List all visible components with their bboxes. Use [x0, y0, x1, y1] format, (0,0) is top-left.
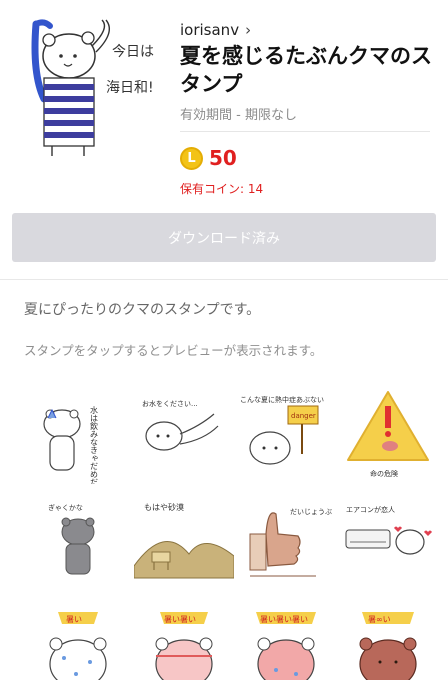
- sticker-text: お水をください...: [142, 399, 198, 408]
- price-value: 50: [209, 146, 237, 170]
- sticker-text: もはや砂漠: [144, 502, 184, 512]
- sticker-text: 命の危険: [370, 469, 398, 478]
- sticker-sign-text: danger: [291, 412, 316, 420]
- author-link[interactable]: iorisanv ›: [180, 20, 435, 40]
- sticker-text: 暑い暑い暑い: [260, 615, 308, 624]
- sticker-water-bear[interactable]: 水は飲みなきゃだめだよ: [28, 384, 128, 494]
- author-name[interactable]: iorisanv: [180, 21, 239, 39]
- sticker-warning-triangle[interactable]: 命の危険: [338, 384, 438, 484]
- main-sticker-text-2: 海日和!: [106, 80, 154, 96]
- sticker-text: ぎゃくかな: [48, 503, 83, 512]
- sticker-lying-bear[interactable]: お水をください...: [134, 384, 234, 484]
- sticker-text: 暑い: [66, 615, 82, 624]
- main-sticker-image: 今日は 海日和!: [14, 14, 164, 164]
- sticker-air-conditioner[interactable]: エアコンが恋人: [338, 494, 438, 594]
- sticker-sweating-bear-3[interactable]: 暑い暑い暑い: [236, 604, 336, 680]
- product-info: iorisanv › 夏を感じるたぶんクマのスタンプ 有効期間 - 期限なし L…: [180, 20, 435, 197]
- line-coin-icon: L: [180, 146, 203, 170]
- preview-hint: スタンプをタップするとプレビューが表示されます。: [24, 343, 323, 358]
- sticker-text: こんな夏に熱中症あぶない: [240, 395, 324, 404]
- sticker-thumbs-up[interactable]: だいじょうぶ: [236, 494, 336, 594]
- section-divider: [0, 279, 448, 280]
- sticker-sweating-bear-1[interactable]: 暑い: [28, 604, 128, 680]
- sticker-grey-bear[interactable]: ぎゃくかな: [28, 494, 128, 594]
- coins-held: 保有コイン: 14: [180, 182, 264, 196]
- main-sticker-text-1: 今日は: [112, 44, 154, 60]
- description-text: 夏にぴったりのクマのスタンプです。: [24, 302, 261, 318]
- sticker-text: 水は飲みなきゃだめだよ: [90, 405, 99, 484]
- sticker-red-bear[interactable]: 暑∞い: [338, 604, 438, 680]
- sticker-danger-sign-bear[interactable]: こんな夏に熱中症あぶない danger: [236, 384, 336, 484]
- sticker-desert-camel[interactable]: もはや砂漠: [133, 494, 235, 594]
- product-title: 夏を感じるたぶんクマのスタンプ: [180, 44, 432, 96]
- validity-period: 有効期間 - 期限なし: [180, 104, 430, 132]
- price-row: L 50: [180, 144, 435, 172]
- product-header: 今日は 海日和! iorisanv › 夏を感じるたぶんクマのスタンプ 有効期間…: [0, 0, 448, 200]
- chevron-right-icon[interactable]: ›: [245, 21, 251, 39]
- sticker-text: 暑い暑い: [164, 615, 196, 624]
- sticker-sweating-bear-2[interactable]: 暑い暑い: [134, 604, 234, 680]
- sticker-text: エアコンが恋人: [346, 505, 395, 514]
- sticker-text: 暑∞い: [368, 615, 391, 624]
- download-button[interactable]: ダウンロード済み: [12, 213, 436, 262]
- sticker-text: だいじょうぶ: [290, 508, 332, 516]
